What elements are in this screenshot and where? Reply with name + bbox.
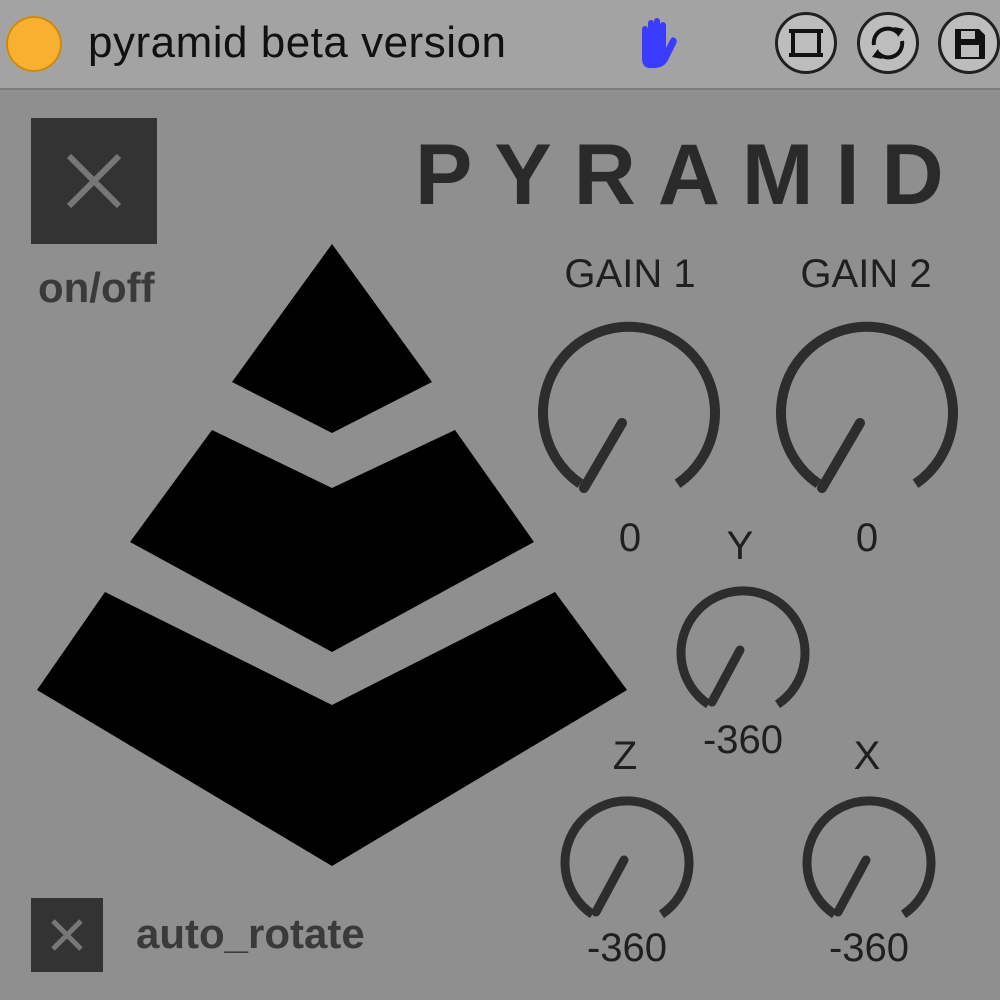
x-knob[interactable] xyxy=(802,790,936,924)
refresh-button[interactable] xyxy=(857,12,919,74)
gain2-knob[interactable] xyxy=(776,312,958,494)
z-knob[interactable] xyxy=(560,790,694,924)
auto-rotate-toggle[interactable] xyxy=(31,898,103,972)
onoff-toggle[interactable] xyxy=(31,118,157,244)
freeze-button[interactable] xyxy=(775,12,837,74)
y-value: -360 xyxy=(702,718,784,762)
auto-rotate-label: auto_rotate xyxy=(136,910,365,957)
gain2-value: 0 xyxy=(855,516,879,560)
device-title: pyramid beta version xyxy=(88,18,507,67)
refresh-icon xyxy=(871,26,905,60)
save-button[interactable] xyxy=(938,12,1000,74)
z-label: Z xyxy=(612,734,638,778)
y-knob[interactable] xyxy=(676,580,810,714)
save-icon xyxy=(955,29,985,59)
brand-title: PYRAMID xyxy=(415,127,966,223)
gain1-label: GAIN 1 xyxy=(564,252,696,296)
gain2-label: GAIN 2 xyxy=(800,252,932,296)
close-icon xyxy=(51,919,83,951)
gain1-knob[interactable] xyxy=(538,312,720,494)
x-label: X xyxy=(853,734,881,778)
gain1-value: 0 xyxy=(618,516,642,560)
freeze-icon xyxy=(789,29,823,57)
title-bar: pyramid beta version xyxy=(0,0,1000,90)
device-activator-dot[interactable] xyxy=(6,16,62,72)
y-label: Y xyxy=(726,524,754,568)
close-icon xyxy=(66,153,122,209)
z-value: -360 xyxy=(586,926,668,970)
hand-icon xyxy=(642,18,677,68)
x-value: -360 xyxy=(828,926,910,970)
